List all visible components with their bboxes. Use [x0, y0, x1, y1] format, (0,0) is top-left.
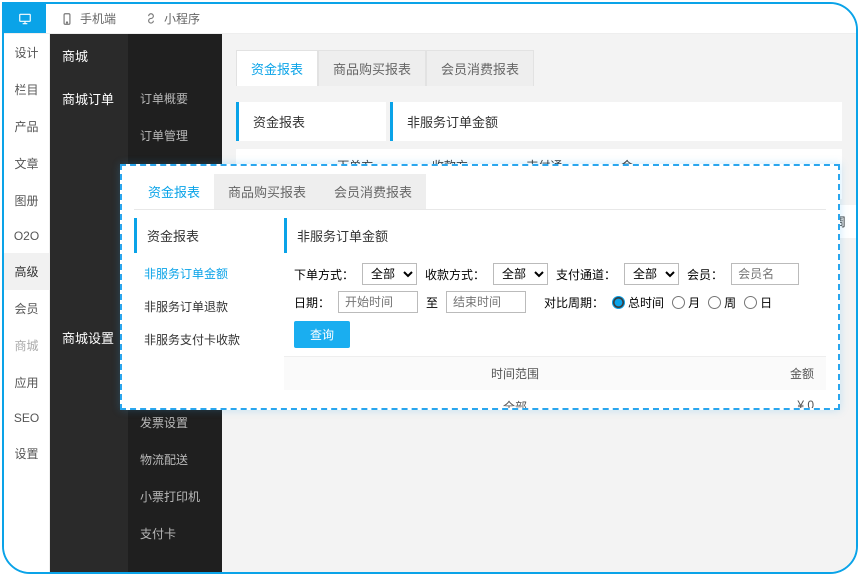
bg-section-left: 资金报表: [236, 102, 386, 141]
rail-item[interactable]: 图册: [4, 182, 49, 219]
desktop-icon: [18, 12, 32, 26]
overlay-main: 非服务订单金额 下单方式： 全部 收款方式： 全部 支付通道： 全部 会员： 日…: [274, 218, 826, 408]
ov-member-label: 会员：: [687, 266, 723, 283]
rail-item[interactable]: 设置: [4, 435, 49, 472]
rail-item[interactable]: 会员: [4, 290, 49, 327]
app-frame: 手机端 小程序 设计 栏目 产品 文章 图册 O2O 高级 会员 商城 应用 S…: [2, 2, 858, 574]
ov-member-input[interactable]: [731, 263, 799, 285]
ov-order-mode-label: 下单方式：: [294, 266, 354, 283]
overlay-tabs: 资金报表 商品购买报表 会员消费报表: [134, 174, 826, 210]
ov-channel-label: 支付通道：: [556, 266, 616, 283]
rail-item[interactable]: 文章: [4, 145, 49, 182]
ov-table-header: 时间范围 金额: [284, 357, 826, 390]
rail-item[interactable]: 商城: [4, 327, 49, 364]
device-mobile[interactable]: 手机端: [46, 4, 130, 33]
rail-item[interactable]: 应用: [4, 364, 49, 401]
bg-tab-products[interactable]: 商品购买报表: [318, 50, 426, 86]
ov-pay-mode-select[interactable]: 全部: [493, 263, 548, 285]
overlay-panel: 资金报表 商品购买报表 会员消费报表 资金报表 非服务订单金额 非服务订单退款 …: [120, 164, 840, 410]
device-miniapp[interactable]: 小程序: [130, 4, 214, 33]
ov-main-head: 非服务订单金额: [284, 218, 826, 253]
bg-tab-funds[interactable]: 资金报表: [236, 50, 318, 86]
ov-pay-mode-label: 收款方式：: [425, 266, 485, 283]
ov-order-mode-select[interactable]: 全部: [362, 263, 417, 285]
bg-section-right: 非服务订单金额: [390, 102, 842, 141]
ov-period-week[interactable]: 周: [708, 294, 736, 311]
bg-tabs: 资金报表 商品购买报表 会员消费报表: [236, 50, 842, 86]
ov-period-month[interactable]: 月: [672, 294, 700, 311]
left-rail: 设计 栏目 产品 文章 图册 O2O 高级 会员 商城 应用 SEO 设置: [4, 34, 50, 572]
ov-filter-row-1: 下单方式： 全部 收款方式： 全部 支付通道： 全部 会员：: [284, 253, 826, 291]
device-desktop[interactable]: [4, 4, 46, 33]
miniapp-icon: [144, 12, 158, 26]
bg-section-headers: 资金报表 非服务订单金额: [236, 102, 842, 141]
ov-side-head: 资金报表: [134, 218, 274, 253]
sidebar-primary-extra: 商城设置: [50, 34, 128, 572]
sidebar2-item[interactable]: 物流配送: [128, 441, 222, 478]
rail-item[interactable]: 产品: [4, 108, 49, 145]
ov-end-date-input[interactable]: [446, 291, 526, 313]
ov-start-date-input[interactable]: [338, 291, 418, 313]
ov-filter-row-2: 日期： 至 对比周期： 总时间 月 周 日 查询: [284, 291, 826, 354]
mobile-icon: [60, 12, 74, 26]
ov-td-amount: ¥ 0: [734, 398, 814, 408]
ov-th-time: 时间范围: [296, 365, 734, 382]
ov-tab-funds[interactable]: 资金报表: [134, 174, 214, 209]
device-miniapp-label: 小程序: [164, 10, 200, 27]
sidebar-group3-title: 商城设置: [50, 318, 128, 357]
rail-item-active[interactable]: 高级: [4, 253, 49, 290]
sidebar2-item[interactable]: 订单概要: [128, 80, 222, 117]
rail-item[interactable]: 设计: [4, 34, 49, 71]
rail-item[interactable]: SEO: [4, 401, 49, 435]
sidebar2-item[interactable]: 小票打印机: [128, 478, 222, 515]
ov-date-label: 日期：: [294, 294, 330, 311]
rail-item[interactable]: O2O: [4, 219, 49, 253]
ov-th-amount: 金额: [734, 365, 814, 382]
ov-side-opt[interactable]: 非服务支付卡收款: [134, 323, 274, 356]
ov-td-time: 全部: [296, 398, 734, 408]
ov-compare-label: 对比周期：: [544, 294, 604, 311]
rail-item[interactable]: 栏目: [4, 71, 49, 108]
ov-side-opt[interactable]: 非服务订单退款: [134, 290, 274, 323]
ov-channel-select[interactable]: 全部: [624, 263, 679, 285]
ov-period-total[interactable]: 总时间: [612, 294, 664, 311]
ov-table-row: 全部 ¥ 0: [284, 390, 826, 408]
sidebar2-item[interactable]: 订单管理: [128, 117, 222, 154]
ov-table: 时间范围 金额 全部 ¥ 0: [284, 356, 826, 408]
bg-tab-members[interactable]: 会员消费报表: [426, 50, 534, 86]
ov-query-button[interactable]: 查询: [294, 321, 350, 348]
overlay-side: 资金报表 非服务订单金额 非服务订单退款 非服务支付卡收款: [134, 218, 274, 408]
device-bar: 手机端 小程序: [4, 4, 856, 34]
ov-to-label: 至: [426, 294, 438, 311]
ov-tab-members[interactable]: 会员消费报表: [320, 174, 426, 209]
ov-side-opt[interactable]: 非服务订单金额: [134, 257, 274, 290]
ov-tab-products[interactable]: 商品购买报表: [214, 174, 320, 209]
device-mobile-label: 手机端: [80, 10, 116, 27]
sidebar2-item[interactable]: 支付卡: [128, 515, 222, 552]
ov-period-day[interactable]: 日: [744, 294, 772, 311]
